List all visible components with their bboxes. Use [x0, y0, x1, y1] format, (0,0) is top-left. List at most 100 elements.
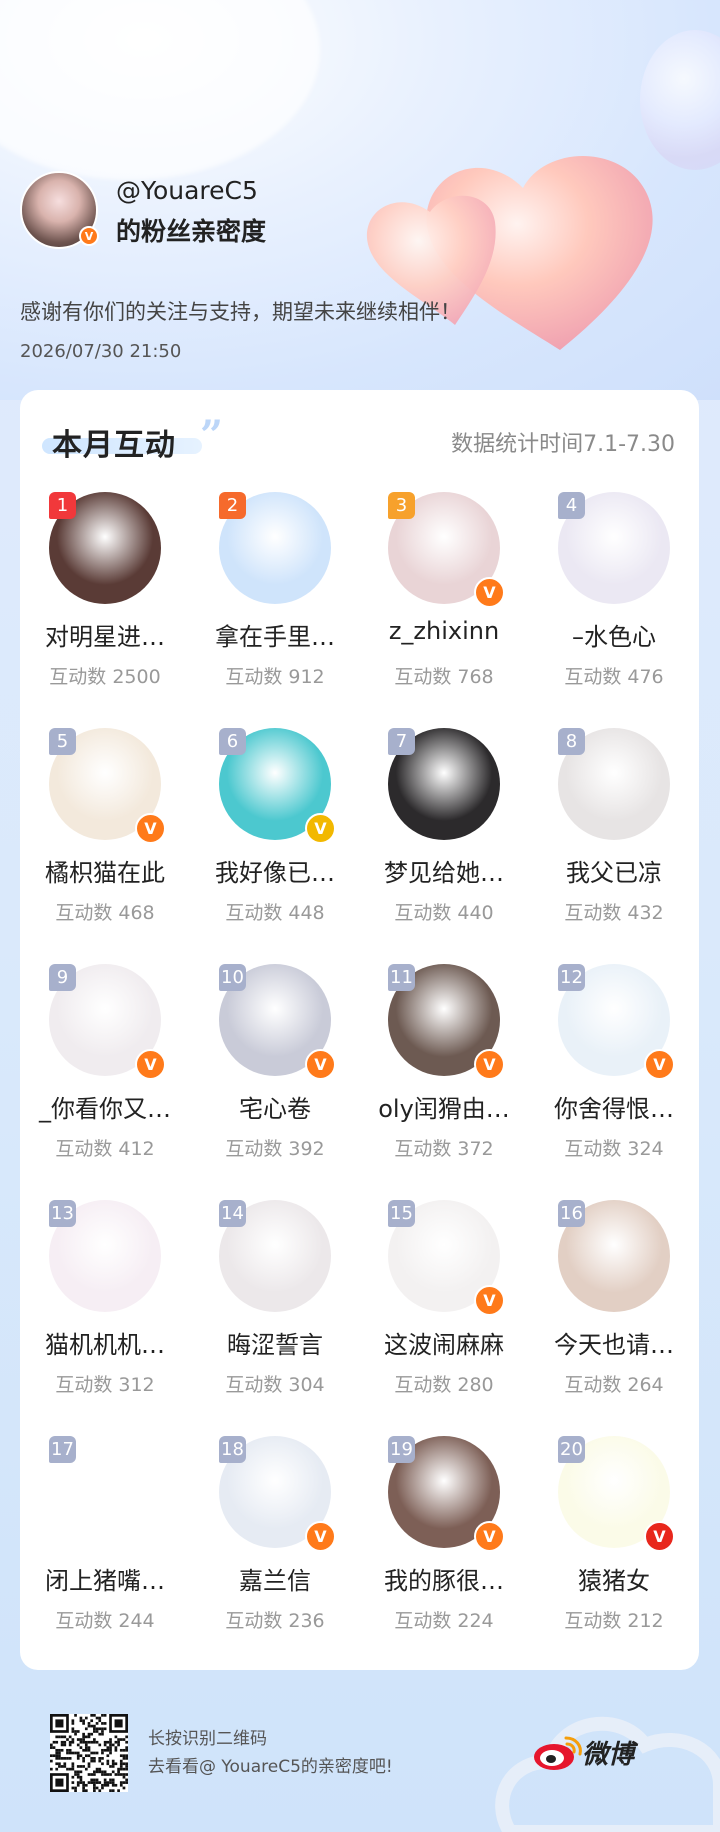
- verified-icon: V: [79, 226, 99, 246]
- card-title: 本月互动: [52, 428, 176, 463]
- rank-badge: 13: [49, 1200, 76, 1227]
- interaction-count: 互动数 372: [394, 1138, 494, 1160]
- fan-item[interactable]: 12 V 你舍得恨… 互动数 324: [529, 962, 699, 1182]
- fan-item[interactable]: 3 Vz_zhixinn 互动数 768: [359, 490, 529, 710]
- rank-badge: 5: [49, 728, 76, 755]
- rank-badge: 18: [219, 1436, 246, 1463]
- interaction-count: 互动数 476: [564, 666, 664, 688]
- fan-name[interactable]: 猫机机机…: [20, 1325, 190, 1360]
- interaction-count: 互动数 412: [55, 1138, 155, 1160]
- fan-name[interactable]: 今天也请…: [529, 1325, 699, 1360]
- fan-item[interactable]: 15 V 这波闹麻麻互动数 280: [359, 1198, 529, 1418]
- fan-name[interactable]: 闭上猪嘴…: [20, 1561, 190, 1596]
- fan-item[interactable]: 16 今天也请… 互动数 264: [529, 1198, 699, 1418]
- fan-name[interactable]: 我父已凉: [529, 853, 699, 888]
- fan-item[interactable]: 13 猫机机机… 互动数 312: [20, 1198, 190, 1418]
- verified-icon: V: [305, 813, 336, 844]
- rank-badge: 17: [49, 1436, 76, 1463]
- fan-name[interactable]: 梦见给她…: [359, 853, 529, 888]
- hero-banner: V @YouareC5 的粉丝亲密度 感谢有你们的关注与支持，期望未来继续相伴！…: [0, 0, 720, 400]
- heart-decoration: [366, 156, 653, 350]
- page-subtitle: 的粉丝亲密度: [116, 217, 267, 246]
- verified-icon: V: [305, 1049, 336, 1080]
- rank-badge: 9: [49, 964, 76, 991]
- interaction-count: 互动数 912: [225, 666, 325, 688]
- fan-name[interactable]: 这波闹麻麻: [359, 1325, 529, 1360]
- brand-name: 微博: [582, 1740, 635, 1770]
- fan-name[interactable]: 你舍得恨…: [529, 1089, 699, 1124]
- stat-period: 数据统计时间7.1-7.30: [451, 432, 675, 457]
- fan-name[interactable]: oly闰猾由…: [359, 1089, 529, 1124]
- rank-badge: 1: [49, 492, 76, 519]
- rank-badge: 2: [219, 492, 246, 519]
- fan-item[interactable]: 18 V 嘉兰信互动数 236: [190, 1434, 360, 1654]
- quote-icon: ”: [200, 412, 224, 459]
- fan-item[interactable]: 1 对明星进… 互动数 2500: [20, 490, 190, 710]
- fan-item[interactable]: 6 V 我好像已… 互动数 448: [190, 726, 360, 946]
- fan-name[interactable]: 橘枳猫在此: [20, 853, 190, 888]
- fan-name[interactable]: 我的豚很…: [359, 1561, 529, 1596]
- fan-item[interactable]: 10 V 宅心卷 互动数 392: [190, 962, 360, 1182]
- rank-badge: 6: [219, 728, 246, 755]
- fan-item[interactable]: 9 V _你看你又… 互动数 412: [20, 962, 190, 1182]
- rank-badge: 16: [558, 1200, 585, 1227]
- fan-item[interactable]: 4 –水色心互动数 476: [529, 490, 699, 710]
- rank-badge: 3: [388, 492, 415, 519]
- fan-item[interactable]: 14 晦涩誓言互动数 304: [190, 1198, 360, 1418]
- interaction-count: 互动数 280: [394, 1374, 494, 1396]
- fan-name[interactable]: 拿在手里…: [190, 617, 360, 652]
- interaction-count: 互动数 2500: [49, 666, 161, 688]
- light-glow: [0, 0, 320, 180]
- qr-code[interactable]: [50, 1714, 128, 1792]
- rank-badge: 12: [558, 964, 585, 991]
- interaction-count: 互动数 448: [225, 902, 325, 924]
- rank-badge: 8: [558, 728, 585, 755]
- fan-item[interactable]: 8 我父已凉互动数 432: [529, 726, 699, 946]
- rank-badge: 4: [558, 492, 585, 519]
- rank-badge: 7: [388, 728, 415, 755]
- interaction-count: 互动数 312: [55, 1374, 155, 1396]
- owner-handle[interactable]: @YouareC5: [116, 176, 258, 205]
- interaction-card: 本月互动 ” 数据统计时间7.1-7.30 1 对明星进… 互动数 2500 2 拿在手…: [20, 390, 699, 1670]
- fan-name[interactable]: 晦涩誓言: [190, 1325, 360, 1360]
- fan-item[interactable]: 20 V 猿猪女 互动数 212: [529, 1434, 699, 1654]
- fan-item[interactable]: 17 闭上猪嘴… 互动数 244: [20, 1434, 190, 1654]
- verified-icon: V: [644, 1521, 675, 1552]
- fan-item[interactable]: 5 V 橘枳猫在此 互动数 468: [20, 726, 190, 946]
- verified-icon: V: [135, 1049, 166, 1080]
- verified-icon: V: [305, 1521, 336, 1552]
- fan-item[interactable]: 7 梦见给她… 互动数 440: [359, 726, 529, 946]
- interaction-count: 互动数 236: [225, 1610, 325, 1632]
- fan-name[interactable]: 对明星进…: [20, 617, 190, 652]
- fan-item[interactable]: 19 V 我的豚很… 互动数 224: [359, 1434, 529, 1654]
- interaction-count: 互动数 324: [564, 1138, 664, 1160]
- fan-name[interactable]: 我好像已…: [190, 853, 360, 888]
- fan-name[interactable]: –水色心: [529, 617, 699, 652]
- interaction-count: 互动数 304: [225, 1374, 325, 1396]
- interaction-count: 互动数 432: [564, 902, 664, 924]
- rank-badge: 10: [219, 964, 246, 991]
- interaction-count: 互动数 768: [394, 666, 494, 688]
- fan-name[interactable]: 宅心卷: [190, 1089, 360, 1124]
- rank-badge: 14: [219, 1200, 246, 1227]
- footer: 长按识别二维码 去看看@ YouareC5的亲密度吧! 微博: [0, 1690, 720, 1832]
- thanks-message: 感谢有你们的关注与支持，期望未来继续相伴！: [20, 300, 461, 324]
- fan-name[interactable]: 嘉兰信: [190, 1561, 360, 1596]
- verified-icon: V: [474, 1285, 505, 1316]
- interaction-count: 互动数 468: [55, 902, 155, 924]
- fan-name[interactable]: _你看你又…: [20, 1089, 190, 1124]
- bubble-decoration: [640, 30, 720, 170]
- qr-invite: 去看看@ YouareC5的亲密度吧!: [148, 1757, 393, 1777]
- interaction-count: 互动数 440: [394, 902, 494, 924]
- fan-name[interactable]: z_zhixinn: [359, 617, 529, 645]
- timestamp: 2026/07/30 21:50: [20, 341, 182, 362]
- verified-icon: V: [474, 1521, 505, 1552]
- rank-badge: 15: [388, 1200, 415, 1227]
- verified-icon: V: [474, 1049, 505, 1080]
- fan-name[interactable]: 猿猪女: [529, 1561, 699, 1596]
- interaction-count: 互动数 212: [564, 1610, 664, 1632]
- rank-badge: 19: [388, 1436, 415, 1463]
- fan-item[interactable]: 2 拿在手里… 互动数 912: [190, 490, 360, 710]
- fan-item[interactable]: 11 Voly闰猾由… 互动数 372: [359, 962, 529, 1182]
- interaction-count: 互动数 224: [394, 1610, 494, 1632]
